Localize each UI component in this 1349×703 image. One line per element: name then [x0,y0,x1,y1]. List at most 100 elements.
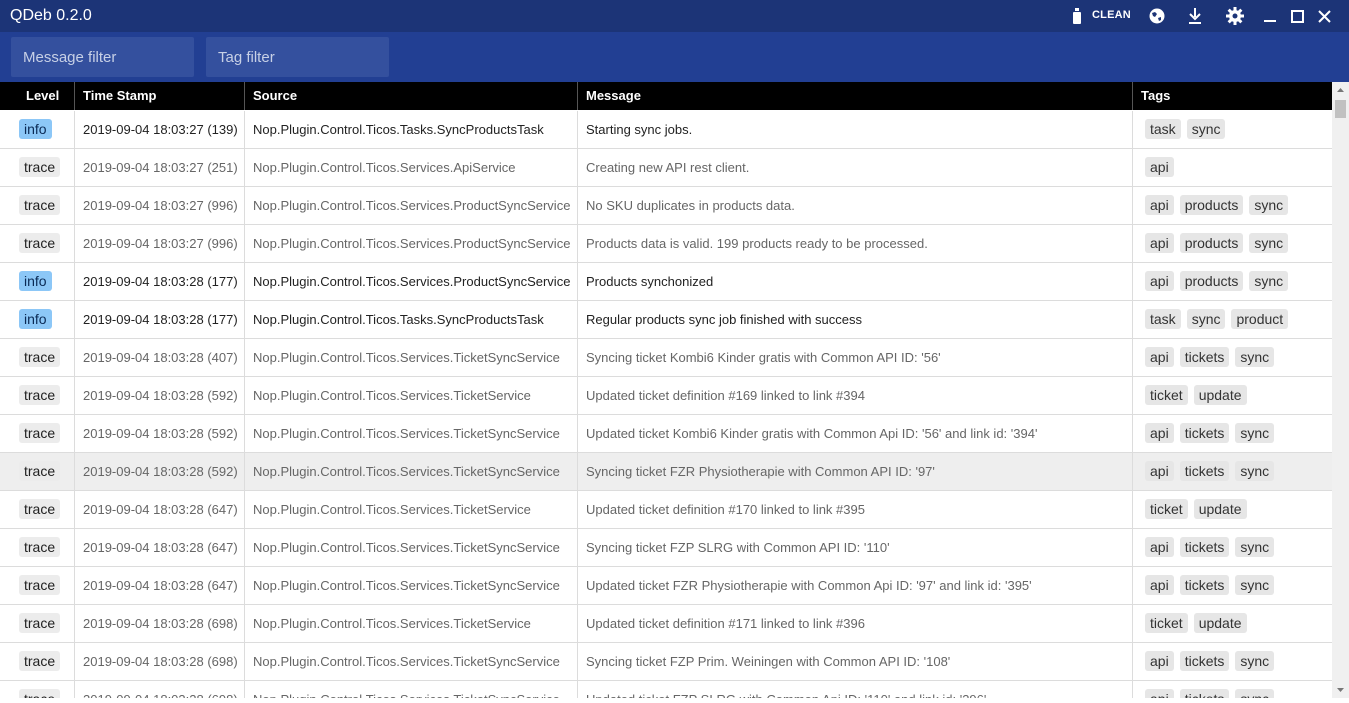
table-row[interactable]: trace 2019-09-04 18:03:28 (698) Nop.Plugin… [0,681,1332,698]
table-row[interactable]: trace 2019-09-04 18:03:28 (647) Nop.Plugin… [0,567,1332,605]
tag-chip[interactable]: update [1193,385,1247,405]
level-badge: info [19,271,52,291]
tag-chip[interactable]: api [1145,233,1174,253]
message-cell: Syncing ticket Kombi6 Kinder gratis with… [586,350,941,365]
source-cell: Nop.Plugin.Control.Ticos.Services.Ticket… [253,350,560,365]
tag-chip[interactable]: ticket [1145,499,1188,519]
tag-chip[interactable]: sync [1186,119,1226,139]
scroll-up-arrow-icon[interactable] [1332,82,1349,99]
tag-chip[interactable]: api [1145,195,1174,215]
tag-chip[interactable]: ticket [1145,385,1188,405]
level-cell: trace [19,643,61,680]
column-header-level[interactable]: Level [26,82,59,110]
table-row[interactable]: info 2019-09-04 18:03:27 (139) Nop.Plugin.… [0,111,1332,149]
tag-chip[interactable]: api [1145,537,1174,557]
tag-chip[interactable]: sync [1235,347,1275,367]
row-divider [244,415,245,453]
table-row[interactable]: trace 2019-09-04 18:03:28 (647) Nop.Plugin… [0,491,1332,529]
tag-chip[interactable]: api [1145,347,1174,367]
column-divider[interactable] [1132,82,1133,110]
tag-chip[interactable]: update [1193,613,1247,633]
row-divider [244,339,245,377]
table-row[interactable]: info 2019-09-04 18:03:28 (177) Nop.Plugin.… [0,301,1332,339]
tag-chip[interactable]: api [1145,689,1174,698]
tag-chip[interactable]: products [1179,233,1244,253]
tag-chip[interactable]: sync [1235,689,1275,698]
table-row[interactable]: trace 2019-09-04 18:03:28 (592) Nop.Plugin… [0,415,1332,453]
close-icon[interactable] [1315,0,1333,32]
tag-chip[interactable]: tickets [1179,461,1230,481]
tag-chip[interactable]: task [1145,119,1181,139]
vertical-scrollbar[interactable] [1332,82,1349,698]
tag-chip[interactable]: tickets [1179,689,1230,698]
gear-icon[interactable] [1224,0,1246,32]
tag-chip[interactable]: sync [1235,537,1275,557]
tag-chip[interactable]: api [1145,157,1174,177]
tag-chip[interactable]: sync [1235,651,1275,671]
tag-chip[interactable]: tickets [1179,537,1230,557]
message-filter-input[interactable] [11,37,194,77]
clean-button[interactable]: CLEAN [1092,9,1131,21]
tag-chip[interactable]: sync [1249,195,1289,215]
table-row[interactable]: trace 2019-09-04 18:03:27 (996) Nop.Plugin… [0,225,1332,263]
tag-chip[interactable]: api [1145,461,1174,481]
table-row[interactable]: trace 2019-09-04 18:03:28 (698) Nop.Plugin… [0,605,1332,643]
table-row[interactable]: trace 2019-09-04 18:03:28 (592) Nop.Plugin… [0,377,1332,415]
row-divider [244,605,245,643]
tag-chip[interactable]: sync [1249,233,1289,253]
table-row[interactable]: info 2019-09-04 18:03:28 (177) Nop.Plugin.… [0,263,1332,301]
row-divider [577,377,578,415]
column-divider[interactable] [74,82,75,110]
column-header-tags[interactable]: Tags [1141,82,1170,110]
tag-chip[interactable]: product [1231,309,1289,329]
table-row[interactable]: trace 2019-09-04 18:03:27 (996) Nop.Plugin… [0,187,1332,225]
tag-chip[interactable]: ticket [1145,613,1188,633]
table-row[interactable]: trace 2019-09-04 18:03:27 (251) Nop.Plugin… [0,149,1332,187]
tag-chip[interactable]: sync [1235,461,1275,481]
column-header-source[interactable]: Source [253,82,297,110]
tag-chip[interactable]: task [1145,309,1181,329]
scroll-down-arrow-icon[interactable] [1332,681,1349,698]
tag-chip[interactable]: sync [1235,575,1275,595]
level-badge: trace [19,423,61,443]
download-icon[interactable] [1185,0,1205,32]
table-row[interactable]: trace 2019-09-04 18:03:28 (698) Nop.Plugin… [0,643,1332,681]
tag-filter-input[interactable] [206,37,389,77]
row-divider [74,643,75,681]
row-divider [244,377,245,415]
tag-chip[interactable]: sync [1249,271,1289,291]
column-divider[interactable] [577,82,578,110]
clean-icon[interactable] [1070,0,1084,32]
tag-chip[interactable]: tickets [1179,347,1230,367]
tag-chip[interactable]: api [1145,575,1174,595]
tag-chip[interactable]: tickets [1179,575,1230,595]
tag-chip[interactable]: sync [1235,423,1275,443]
tags-cell: ticket update [1145,377,1253,414]
tag-chip[interactable]: update [1193,499,1247,519]
tag-chip[interactable]: products [1179,271,1244,291]
column-header-message[interactable]: Message [586,82,641,110]
column-header-timestamp[interactable]: Time Stamp [83,82,156,110]
message-cell: Products data is valid. 199 products rea… [586,236,928,251]
timestamp-cell: 2019-09-04 18:03:28 (592) [83,464,238,479]
tag-chip[interactable]: api [1145,423,1174,443]
globe-icon[interactable] [1147,0,1167,32]
tag-chip[interactable]: sync [1186,309,1226,329]
row-divider [74,225,75,263]
timestamp-cell: 2019-09-04 18:03:28 (177) [83,312,238,327]
tag-chip[interactable]: products [1179,195,1244,215]
scroll-thumb[interactable] [1335,100,1346,118]
minimize-icon[interactable] [1261,0,1279,32]
tag-chip[interactable]: api [1145,651,1174,671]
tag-chip[interactable]: tickets [1179,651,1230,671]
row-divider [74,377,75,415]
tag-chip[interactable]: tickets [1179,423,1230,443]
tag-chip[interactable]: api [1145,271,1174,291]
row-divider [1132,377,1133,415]
column-divider[interactable] [244,82,245,110]
maximize-icon[interactable] [1288,0,1306,32]
table-row[interactable]: trace 2019-09-04 18:03:28 (647) Nop.Plugin… [0,529,1332,567]
table-row[interactable]: trace 2019-09-04 18:03:28 (592) Nop.Plugin… [0,453,1332,491]
table-row[interactable]: trace 2019-09-04 18:03:28 (407) Nop.Plugin… [0,339,1332,377]
timestamp-cell: 2019-09-04 18:03:28 (647) [83,540,238,555]
